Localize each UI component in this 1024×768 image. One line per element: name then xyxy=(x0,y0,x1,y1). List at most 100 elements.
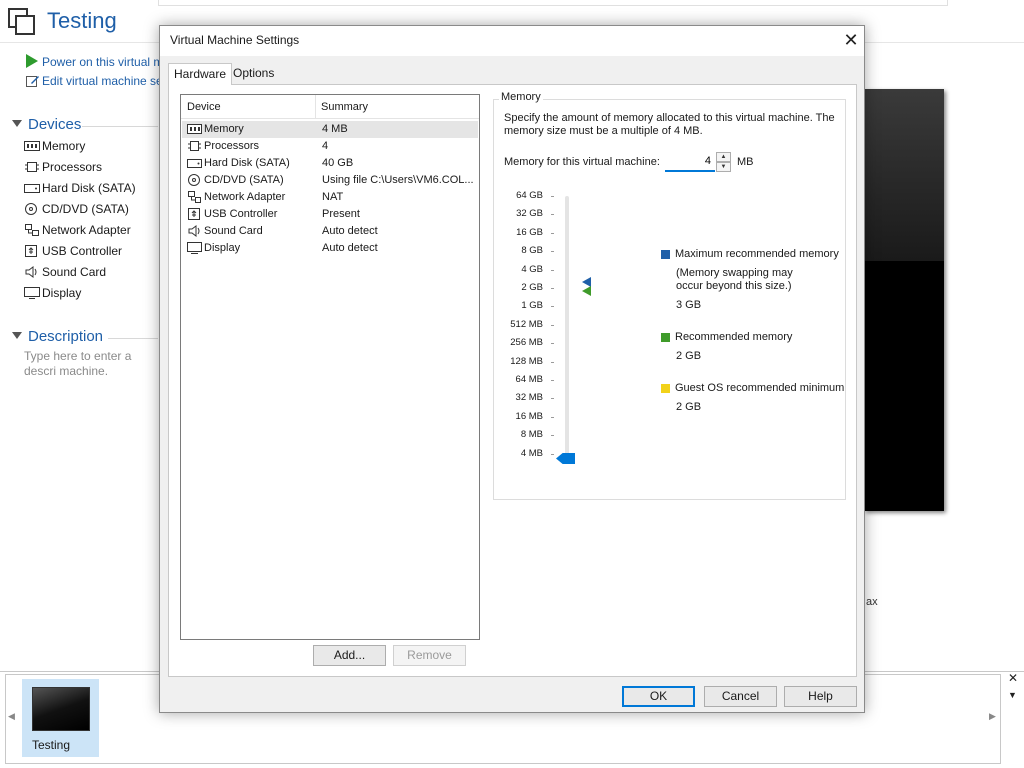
legend-max-value: 3 GB xyxy=(676,299,702,311)
scale-tick-mark xyxy=(551,232,554,234)
device-name: Network Adapter xyxy=(204,191,286,203)
scale-tick-label: 2 GB xyxy=(521,282,543,293)
device-name: Processors xyxy=(204,140,260,152)
help-button[interactable]: Help xyxy=(784,686,857,707)
ok-button[interactable]: OK xyxy=(622,686,695,707)
display-icon xyxy=(187,242,202,254)
vm-preview-screen[interactable] xyxy=(864,89,944,511)
network-adapter-icon xyxy=(25,224,39,236)
spin-up-icon[interactable]: ▲ xyxy=(716,152,731,162)
sidebar-device-processors[interactable]: Processors xyxy=(24,160,102,174)
scale-tick-mark xyxy=(551,361,554,363)
sidebar-device-label: Hard Disk (SATA) xyxy=(42,181,136,195)
memory-field-label: Memory for this virtual machine: xyxy=(504,156,660,168)
scale-tick-mark xyxy=(551,269,554,271)
devices-divider xyxy=(82,126,158,127)
scale-tick-mark xyxy=(551,435,554,437)
legend-recommended-value: 2 GB xyxy=(676,350,702,362)
legend-recommended-label: Recommended memory xyxy=(675,331,793,343)
scale-tick-mark xyxy=(551,380,554,381)
scale-tick-mark xyxy=(551,288,554,289)
vm-thumbnail[interactable]: Testing xyxy=(22,679,99,757)
sidebar-device-hard-disk[interactable]: Hard Disk (SATA) xyxy=(24,181,136,195)
memory-unit-label: MB xyxy=(737,156,754,168)
sidebar-device-label: Display xyxy=(42,286,82,300)
sidebar-device-network[interactable]: Network Adapter xyxy=(24,223,131,237)
sidebar-device-usb[interactable]: USB Controller xyxy=(24,244,122,258)
description-section-toggle[interactable]: Description xyxy=(12,328,103,345)
device-row-processors[interactable]: Processors 4 xyxy=(182,138,478,155)
edit-settings-link[interactable]: Edit virtual machine se xyxy=(26,74,163,88)
display-icon xyxy=(24,287,40,299)
device-row-hard-disk-sata[interactable]: Hard Disk (SATA) 40 GB xyxy=(182,155,478,172)
sidebar-device-display[interactable]: Display xyxy=(24,286,81,300)
device-summary: NAT xyxy=(322,191,344,203)
column-header-device[interactable]: Device xyxy=(187,101,221,113)
legend-recommended-swatch xyxy=(661,333,670,342)
devices-heading: Devices xyxy=(28,116,82,133)
processor-icon xyxy=(188,141,201,151)
device-list-header: Device Summary xyxy=(181,95,479,119)
usb-controller-icon xyxy=(188,208,200,220)
device-summary: Using file C:\Users\VM6.COL... xyxy=(322,174,474,186)
vm-thumbnail-image xyxy=(32,687,90,731)
spin-down-icon[interactable]: ▼ xyxy=(716,162,731,172)
device-row-usb-controller[interactable]: USB Controller Present xyxy=(182,206,478,223)
background-window-edge xyxy=(158,0,948,6)
scale-tick-mark xyxy=(551,343,554,345)
scale-tick-mark xyxy=(551,196,554,197)
sidebar-device-sound[interactable]: Sound Card xyxy=(24,265,106,279)
cancel-button[interactable]: Cancel xyxy=(704,686,777,707)
scale-tick-mark xyxy=(551,251,554,253)
network-adapter-icon xyxy=(188,191,201,203)
device-summary: 4 xyxy=(322,140,329,152)
device-name: USB Controller xyxy=(204,208,278,220)
memory-slider-track[interactable] xyxy=(565,196,569,460)
scale-tick-mark xyxy=(551,214,554,216)
scale-tick-mark xyxy=(551,453,554,455)
scale-tick-label: 256 MB xyxy=(510,337,543,349)
sidebar-device-label: Memory xyxy=(42,139,86,153)
power-on-label: Power on this virtual m xyxy=(42,55,164,69)
scale-tick-label: 512 MB xyxy=(510,318,543,330)
device-summary: Auto detect xyxy=(322,225,378,237)
scale-tick-mark xyxy=(551,306,554,308)
scroll-left-icon[interactable]: ◀ xyxy=(8,711,15,722)
vm-settings-dialog: Virtual Machine Settings ✕ Hardware Opti… xyxy=(159,25,865,713)
devices-section-toggle[interactable]: Devices xyxy=(12,116,81,133)
close-thumbnail-bar-icon[interactable]: ✕ xyxy=(1008,671,1018,685)
usb-controller-icon xyxy=(25,245,37,257)
power-on-link[interactable]: Power on this virtual m xyxy=(26,54,163,69)
device-name: CD/DVD (SATA) xyxy=(204,174,284,186)
tab-hardware[interactable]: Hardware xyxy=(168,63,233,85)
scale-tick-label: 8 MB xyxy=(520,429,543,441)
close-icon[interactable]: ✕ xyxy=(840,29,862,51)
column-header-summary[interactable]: Summary xyxy=(321,101,368,113)
device-summary: Present xyxy=(322,208,360,220)
memory-icon xyxy=(24,141,40,151)
device-list[interactable]: Device Summary Memory 4 MB Processors 4 Hard… xyxy=(180,94,480,640)
memory-size-input[interactable] xyxy=(665,151,715,172)
add-device-button[interactable]: Add... xyxy=(313,645,386,666)
device-name: Display xyxy=(204,242,241,254)
sidebar-device-cd-dvd[interactable]: CD/DVD (SATA) xyxy=(24,202,129,216)
description-input[interactable]: Type here to enter a descri machine. xyxy=(24,349,164,379)
remove-device-button[interactable]: Remove xyxy=(393,645,466,666)
device-row-cd-dvd-sata[interactable]: CD/DVD (SATA) Using file C:\Users\VM6.COL… xyxy=(182,172,478,189)
device-name: Memory xyxy=(204,123,244,135)
device-summary: Auto detect xyxy=(322,242,378,254)
device-row-network-adapter[interactable]: Network Adapter NAT xyxy=(182,189,478,206)
sidebar-device-label: Processors xyxy=(42,160,103,174)
device-row-display[interactable]: Display Auto detect xyxy=(182,240,478,257)
description-heading: Description xyxy=(28,328,104,345)
sidebar-device-label: Sound Card xyxy=(42,265,107,279)
sidebar-device-memory[interactable]: Memory xyxy=(24,139,85,153)
device-row-memory[interactable]: Memory 4 MB xyxy=(182,121,478,138)
edit-settings-label: Edit virtual machine se xyxy=(42,74,163,88)
scroll-right-icon[interactable]: ▶ xyxy=(989,711,996,722)
legend-max-swatch xyxy=(661,250,670,259)
tab-options[interactable]: Options xyxy=(228,63,279,83)
device-row-sound-card[interactable]: Sound Card Auto detect xyxy=(182,223,478,240)
thumbnail-menu-icon[interactable]: ▼ xyxy=(1008,690,1017,700)
scale-tick-label: 16 MB xyxy=(515,410,543,422)
